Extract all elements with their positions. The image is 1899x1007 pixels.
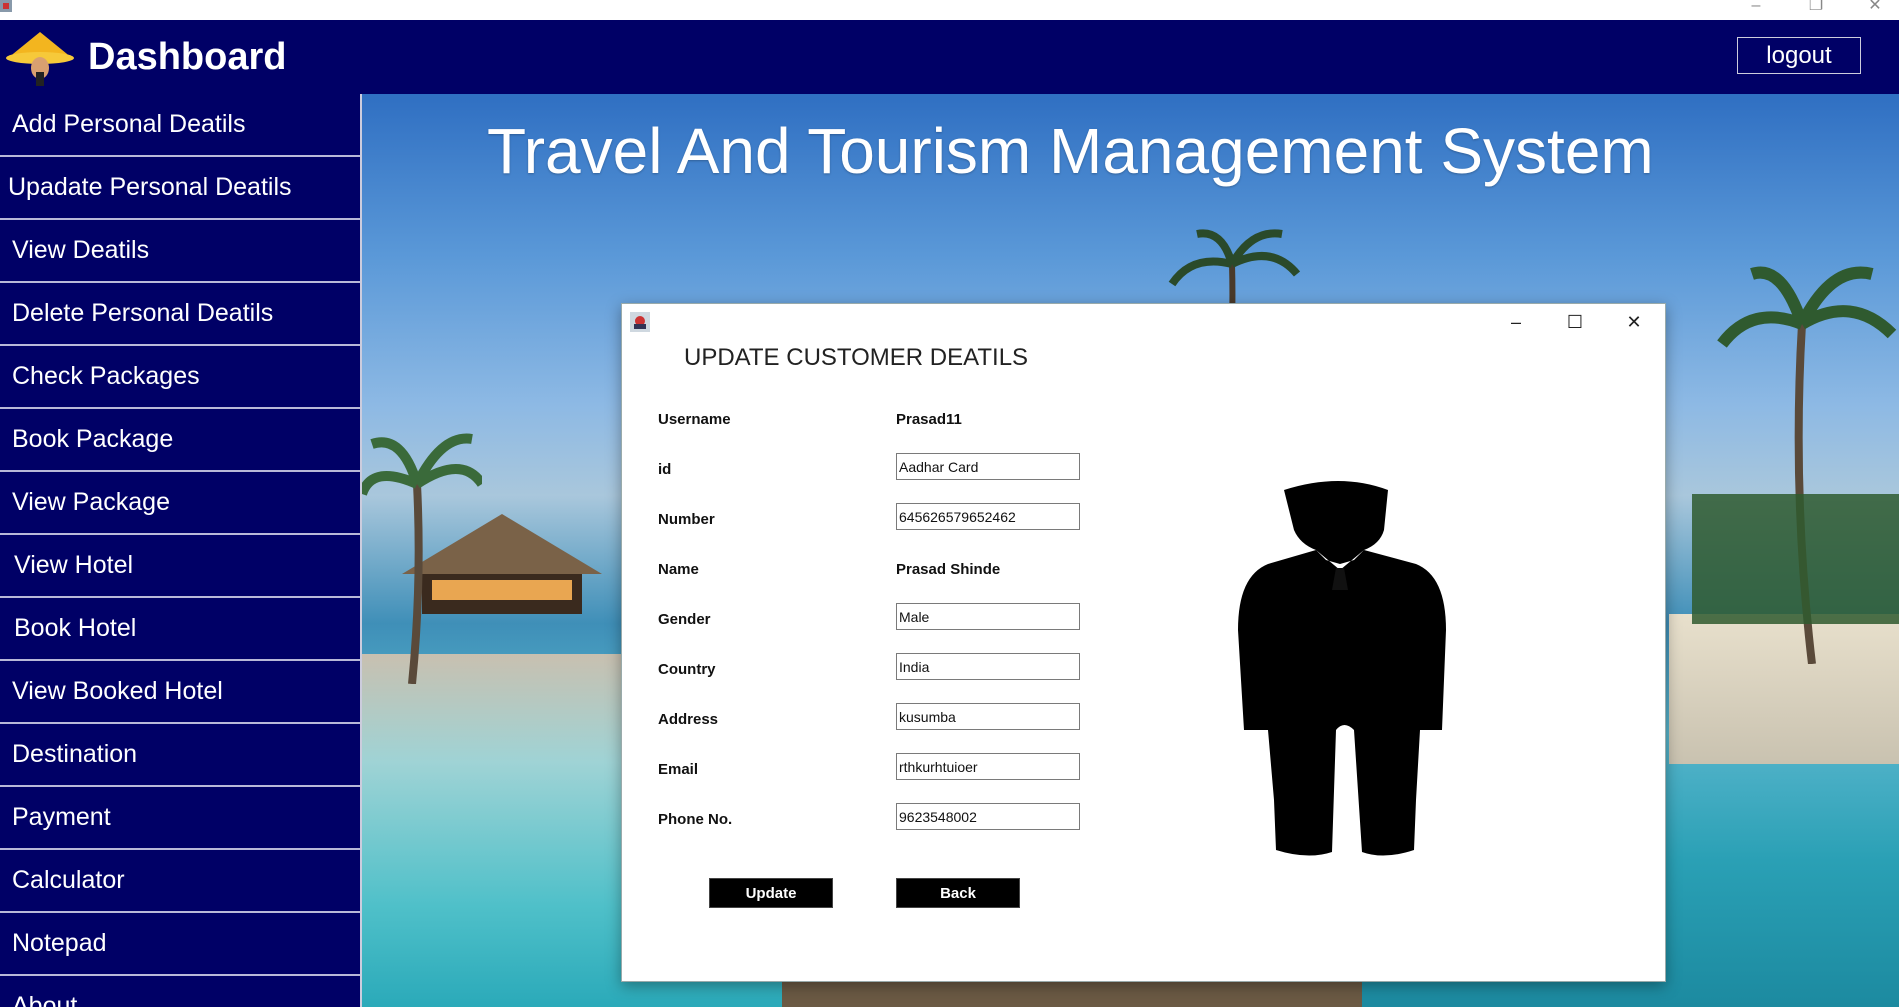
sidebar-item-calculator[interactable]: Calculator — [0, 850, 360, 913]
sidebar-item-view-booked-hotel[interactable]: View Booked Hotel — [0, 661, 360, 724]
sidebar-item-notepad[interactable]: Notepad — [0, 913, 360, 976]
logout-button[interactable]: logout — [1737, 37, 1861, 74]
sidebar-item-payment[interactable]: Payment — [0, 787, 360, 850]
id-field[interactable] — [896, 453, 1080, 480]
main-title: Travel And Tourism Management System — [487, 115, 1654, 187]
close-icon[interactable]: ✕ — [1855, 0, 1895, 16]
email-field[interactable] — [896, 753, 1080, 780]
country-label: Country — [658, 661, 716, 678]
id-label: id — [658, 461, 672, 478]
sidebar-item-about[interactable]: About — [0, 976, 360, 1007]
palm-tree-image — [362, 433, 482, 684]
sidebar-item-delete-personal-details[interactable]: Delete Personal Deatils — [0, 283, 360, 346]
back-button[interactable]: Back — [896, 878, 1020, 908]
sidebar-item-destination[interactable]: Destination — [0, 724, 360, 787]
sidebar-item-view-hotel[interactable]: View Hotel — [0, 535, 360, 598]
update-customer-dialog: – ☐ ✕ UPDATE CUSTOMER DEATILS Username P… — [621, 303, 1666, 982]
number-field[interactable] — [896, 503, 1080, 530]
close-icon[interactable]: ✕ — [1616, 310, 1652, 334]
sidebar-item-view-package[interactable]: View Package — [0, 472, 360, 535]
minimize-icon[interactable]: – — [1498, 310, 1534, 334]
palm-trees-right-image — [1692, 266, 1899, 664]
username-label: Username — [658, 411, 731, 428]
sidebar-item-update-personal-details[interactable]: Upadate Personal Deatils — [0, 157, 360, 220]
sidebar-item-check-packages[interactable]: Check Packages — [0, 346, 360, 409]
email-label: Email — [658, 761, 699, 778]
java-app-icon — [630, 312, 650, 332]
hat-logo-icon — [6, 32, 74, 86]
number-label: Number — [658, 511, 715, 528]
name-label: Name — [658, 561, 699, 578]
gender-label: Gender — [658, 611, 711, 628]
sidebar-item-book-hotel[interactable]: Book Hotel — [0, 598, 360, 661]
sidebar-item-view-details[interactable]: View Deatils — [0, 220, 360, 283]
address-label: Address — [658, 711, 719, 728]
pier-image — [782, 982, 1362, 1007]
sidebar-item-book-package[interactable]: Book Package — [0, 409, 360, 472]
maximize-icon[interactable]: ☐ — [1557, 310, 1593, 334]
dialog-heading: UPDATE CUSTOMER DEATILS — [684, 344, 1029, 371]
os-title-bar: – ❐ ✕ — [0, 0, 1899, 20]
restore-icon[interactable]: ❐ — [1796, 0, 1836, 16]
username-value: Prasad11 — [896, 411, 962, 428]
minimize-icon[interactable]: – — [1736, 0, 1776, 16]
update-button[interactable]: Update — [709, 878, 833, 908]
address-field[interactable] — [896, 703, 1080, 730]
java-app-icon — [0, 0, 12, 12]
gender-field[interactable] — [896, 603, 1080, 630]
sidebar-item-add-personal-details[interactable]: Add Personal Deatils — [0, 94, 360, 157]
sidebar: Add Personal Deatils Upadate Personal De… — [0, 94, 360, 1007]
phone-field[interactable] — [896, 803, 1080, 830]
country-field[interactable] — [896, 653, 1080, 680]
phone-label: Phone No. — [658, 811, 733, 828]
person-silhouette-icon — [1238, 481, 1446, 856]
name-value: Prasad Shinde — [896, 561, 1001, 578]
app-header: Dashboard logout — [0, 20, 1899, 94]
header-title: Dashboard — [88, 36, 287, 78]
